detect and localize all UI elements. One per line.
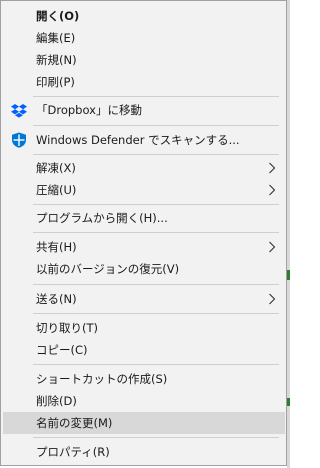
menu-item-edit[interactable]: 編集(E)	[3, 27, 285, 49]
menu-item-label: Windows Defender でスキャンする...	[36, 133, 240, 147]
menu-item-new[interactable]: 新規(N)	[3, 49, 285, 71]
menu-item-label: 開く(O)	[36, 9, 80, 23]
menu-item-label: 削除(D)	[36, 394, 77, 408]
menu-item-copy[interactable]: コピー(C)	[3, 339, 285, 361]
menu-item-label: 以前のバージョンの復元(V)	[36, 262, 180, 276]
chevron-right-icon	[269, 293, 276, 305]
menu-separator	[33, 232, 279, 233]
menu-item-extract[interactable]: 解凍(X)	[3, 157, 285, 179]
chevron-right-icon	[269, 162, 276, 174]
menu-item-label: 新規(N)	[36, 53, 77, 67]
windows-defender-icon	[11, 132, 27, 148]
menu-item-label: 圧縮(U)	[36, 183, 77, 197]
background-window-edge	[287, 0, 290, 468]
menu-item-rename[interactable]: 名前の変更(M)	[3, 412, 285, 434]
context-menu: 開く(O) 編集(E) 新規(N) 印刷(P) 「Dropbox」に移動 Win…	[0, 0, 287, 466]
menu-item-properties[interactable]: プロパティ(R)	[3, 441, 285, 463]
menu-item-compress[interactable]: 圧縮(U)	[3, 179, 285, 201]
menu-item-label: 解凍(X)	[36, 161, 76, 175]
menu-item-label: 印刷(P)	[36, 75, 75, 89]
menu-separator	[33, 125, 279, 126]
menu-item-label: 「Dropbox」に移動	[36, 103, 142, 117]
menu-item-label: 切り取り(T)	[36, 321, 98, 335]
menu-item-create-shortcut[interactable]: ショートカットの作成(S)	[3, 368, 285, 390]
menu-item-cut[interactable]: 切り取り(T)	[3, 317, 285, 339]
menu-separator	[33, 96, 279, 97]
menu-item-print[interactable]: 印刷(P)	[3, 71, 285, 93]
dropbox-icon	[11, 102, 27, 118]
menu-item-label: 共有(H)	[36, 240, 77, 254]
background-accent	[287, 398, 290, 406]
menu-item-label: 名前の変更(M)	[36, 416, 113, 430]
menu-item-move-to-dropbox[interactable]: 「Dropbox」に移動	[3, 99, 285, 121]
menu-item-delete[interactable]: 削除(D)	[3, 390, 285, 412]
menu-item-open[interactable]: 開く(O)	[3, 5, 285, 27]
menu-item-open-with[interactable]: プログラムから開く(H)...	[3, 207, 285, 229]
background-accent	[287, 270, 290, 280]
menu-item-label: プロパティ(R)	[36, 445, 110, 459]
menu-item-label: 編集(E)	[36, 31, 76, 45]
menu-item-label: プログラムから開く(H)...	[36, 211, 168, 225]
menu-item-send-to[interactable]: 送る(N)	[3, 288, 285, 310]
menu-separator	[33, 284, 279, 285]
menu-item-label: コピー(C)	[36, 343, 88, 357]
menu-separator	[33, 437, 279, 438]
chevron-right-icon	[269, 241, 276, 253]
menu-separator	[33, 313, 279, 314]
menu-item-defender-scan[interactable]: Windows Defender でスキャンする...	[3, 129, 285, 151]
menu-separator	[33, 204, 279, 205]
menu-separator	[33, 154, 279, 155]
chevron-right-icon	[269, 184, 276, 196]
menu-separator	[33, 364, 279, 365]
menu-item-share[interactable]: 共有(H)	[3, 236, 285, 258]
menu-item-label: 送る(N)	[36, 292, 77, 306]
menu-item-label: ショートカットの作成(S)	[36, 372, 168, 386]
menu-item-restore-previous-versions[interactable]: 以前のバージョンの復元(V)	[3, 258, 285, 280]
